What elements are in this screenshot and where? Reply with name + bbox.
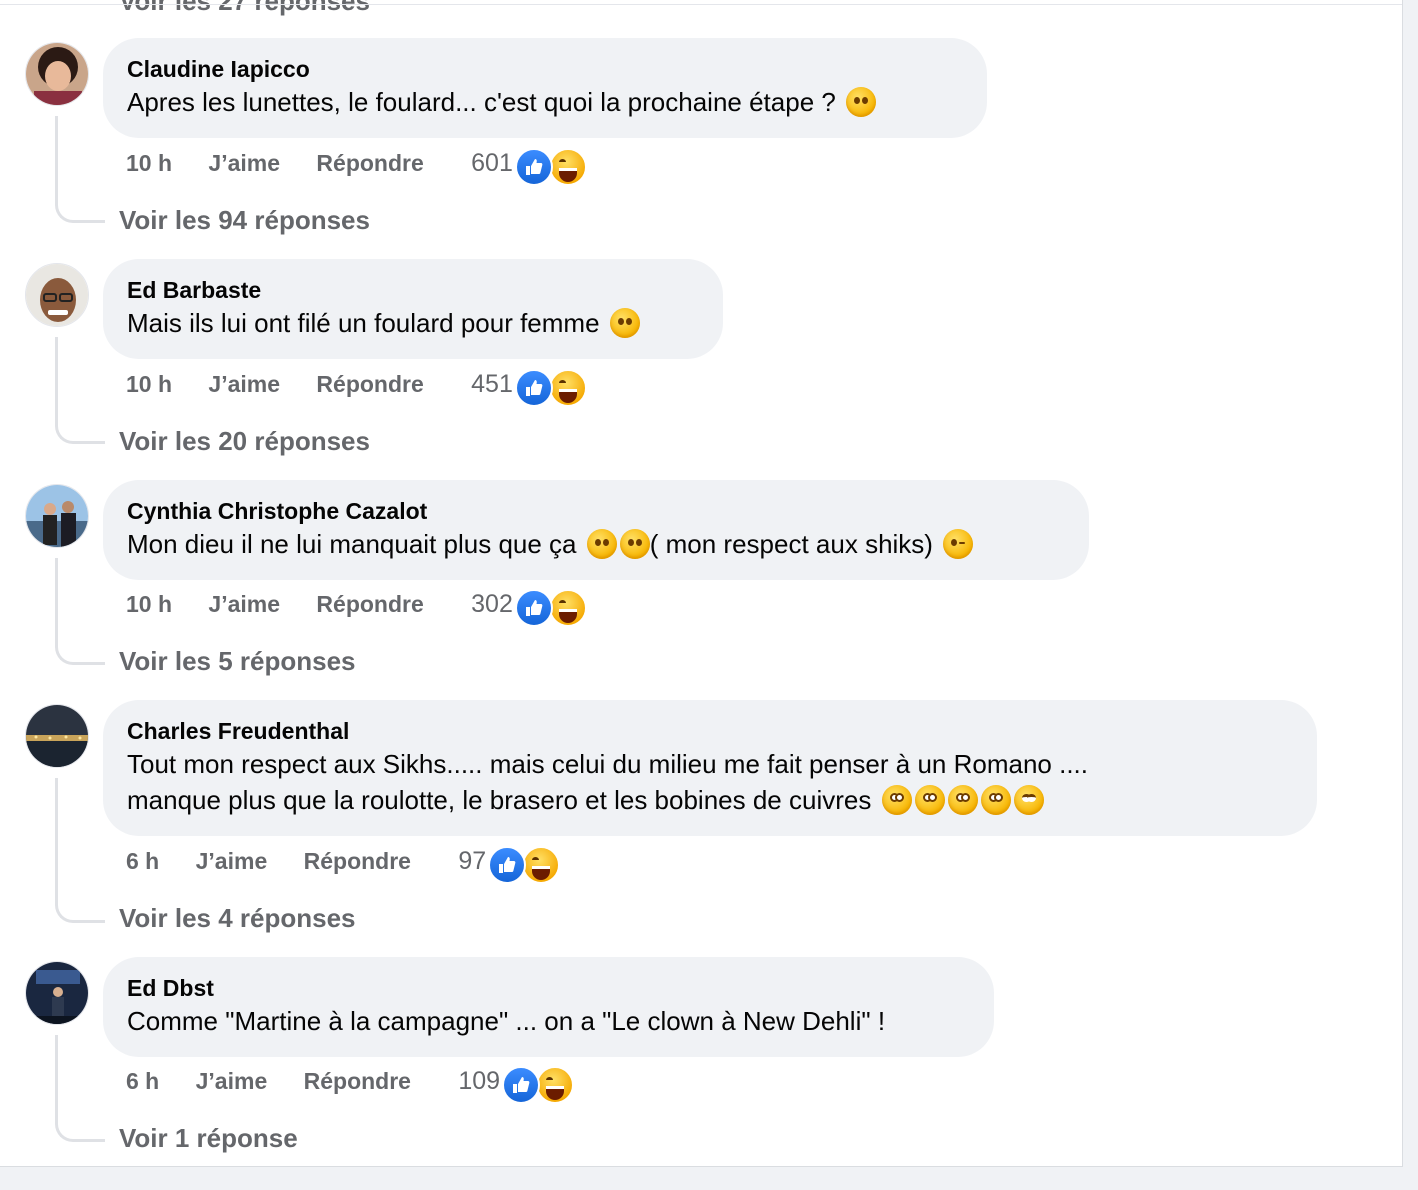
like-reaction-icon	[488, 845, 527, 884]
like-reaction-icon	[502, 1065, 541, 1104]
like-button[interactable]: J’aime	[196, 841, 268, 881]
eye-roll-emoji-icon	[1013, 785, 1044, 815]
like-button[interactable]: J’aime	[208, 584, 280, 624]
comment-actions: 10 h J’aime Répondre 302	[126, 584, 587, 627]
reply-button[interactable]: Répondre	[304, 841, 411, 881]
view-replies-link[interactable]: Voir les 5 réponses	[119, 644, 356, 678]
comment-bubble: Charles Freudenthal Tout mon respect aux…	[103, 700, 1317, 836]
haha-reaction-icon	[536, 1065, 575, 1104]
haha-reaction-icon	[548, 147, 587, 186]
like-reaction-icon	[514, 147, 553, 186]
avatar[interactable]	[25, 263, 89, 327]
reactions[interactable]	[502, 1064, 575, 1104]
like-button[interactable]: J’aime	[208, 143, 280, 183]
reaction-count[interactable]: 302	[471, 584, 513, 624]
view-replies-link[interactable]: Voir 1 réponse	[119, 1121, 298, 1155]
reply-button[interactable]: Répondre	[316, 143, 423, 183]
sweat-smile-emoji-icon	[609, 308, 640, 338]
joy-emoji-icon	[586, 529, 617, 559]
view-replies-link-cut[interactable]: Voir les 27 réponses	[119, 0, 370, 17]
comment-author[interactable]: Ed Barbaste	[127, 275, 699, 305]
wink-emoji-icon	[943, 529, 974, 559]
like-button[interactable]: J’aime	[208, 364, 280, 404]
thread-line	[55, 778, 105, 923]
flushed-emoji-icon	[881, 785, 912, 815]
comment-text: Apres les lunettes, le foulard... c'est …	[127, 84, 963, 120]
comments-panel: Voir les 27 réponses Claudine Iapicco Ap…	[0, 0, 1403, 1167]
reaction-count[interactable]: 601	[471, 143, 513, 183]
flushed-emoji-icon	[947, 785, 978, 815]
timestamp[interactable]: 10 h	[126, 364, 172, 404]
timestamp[interactable]: 6 h	[126, 1061, 159, 1101]
comment-author[interactable]: Cynthia Christophe Cazalot	[127, 496, 1065, 526]
like-reaction-icon	[514, 588, 553, 627]
comment-author[interactable]: Ed Dbst	[127, 973, 970, 1003]
comment-actions: 10 h J’aime Répondre 451	[126, 364, 587, 407]
divider	[0, 4, 1402, 5]
haha-reaction-icon	[522, 845, 561, 884]
reactions[interactable]	[514, 146, 587, 186]
thread-line	[55, 558, 105, 665]
rofl-emoji-icon	[846, 87, 877, 117]
thread-line	[55, 116, 105, 223]
comment-bubble: Cynthia Christophe Cazalot Mon dieu il n…	[103, 480, 1089, 580]
haha-reaction-icon	[548, 368, 587, 407]
avatar[interactable]	[25, 961, 89, 1025]
comment-text: Mon dieu il ne lui manquait plus que ça …	[127, 526, 1065, 562]
joy-emoji-icon	[619, 529, 650, 559]
reactions[interactable]	[488, 844, 561, 884]
reaction-count[interactable]: 97	[458, 841, 486, 881]
view-replies-link[interactable]: Voir les 94 réponses	[119, 203, 370, 237]
timestamp[interactable]: 6 h	[126, 841, 159, 881]
comment-bubble: Ed Barbaste Mais ils lui ont filé un fou…	[103, 259, 723, 359]
comment-actions: 6 h J’aime Répondre 109	[126, 1061, 575, 1104]
comment-actions: 10 h J’aime Répondre 601	[126, 143, 587, 186]
comment-text: Mais ils lui ont filé un foulard pour fe…	[127, 305, 699, 341]
thread-line	[55, 337, 105, 444]
reactions[interactable]	[514, 587, 587, 627]
like-reaction-icon	[514, 368, 553, 407]
haha-reaction-icon	[548, 588, 587, 627]
avatar[interactable]	[25, 42, 89, 106]
thread-line	[55, 1035, 105, 1142]
reactions[interactable]	[514, 367, 587, 407]
reply-button[interactable]: Répondre	[316, 584, 423, 624]
comment-text-line: manque plus que la roulotte, le brasero …	[127, 782, 1293, 818]
comment-author[interactable]: Charles Freudenthal	[127, 716, 1293, 746]
view-replies-link[interactable]: Voir les 20 réponses	[119, 424, 370, 458]
comment-actions: 6 h J’aime Répondre 97	[126, 841, 561, 884]
avatar[interactable]	[25, 704, 89, 768]
timestamp[interactable]: 10 h	[126, 584, 172, 624]
comment-bubble: Claudine Iapicco Apres les lunettes, le …	[103, 38, 987, 138]
comment-text-line: Tout mon respect aux Sikhs..... mais cel…	[127, 749, 1088, 779]
view-replies-link[interactable]: Voir les 4 réponses	[119, 901, 356, 935]
comment-text: Comme "Martine à la campagne" ... on a "…	[127, 1006, 886, 1036]
flushed-emoji-icon	[914, 785, 945, 815]
avatar[interactable]	[25, 484, 89, 548]
reply-button[interactable]: Répondre	[316, 364, 423, 404]
comment-bubble: Ed Dbst Comme "Martine à la campagne" ..…	[103, 957, 994, 1057]
flushed-emoji-icon	[980, 785, 1011, 815]
reply-button[interactable]: Répondre	[304, 1061, 411, 1101]
timestamp[interactable]: 10 h	[126, 143, 172, 183]
like-button[interactable]: J’aime	[196, 1061, 268, 1101]
comment-author[interactable]: Claudine Iapicco	[127, 54, 963, 84]
reaction-count[interactable]: 109	[458, 1061, 500, 1101]
reaction-count[interactable]: 451	[471, 364, 513, 404]
